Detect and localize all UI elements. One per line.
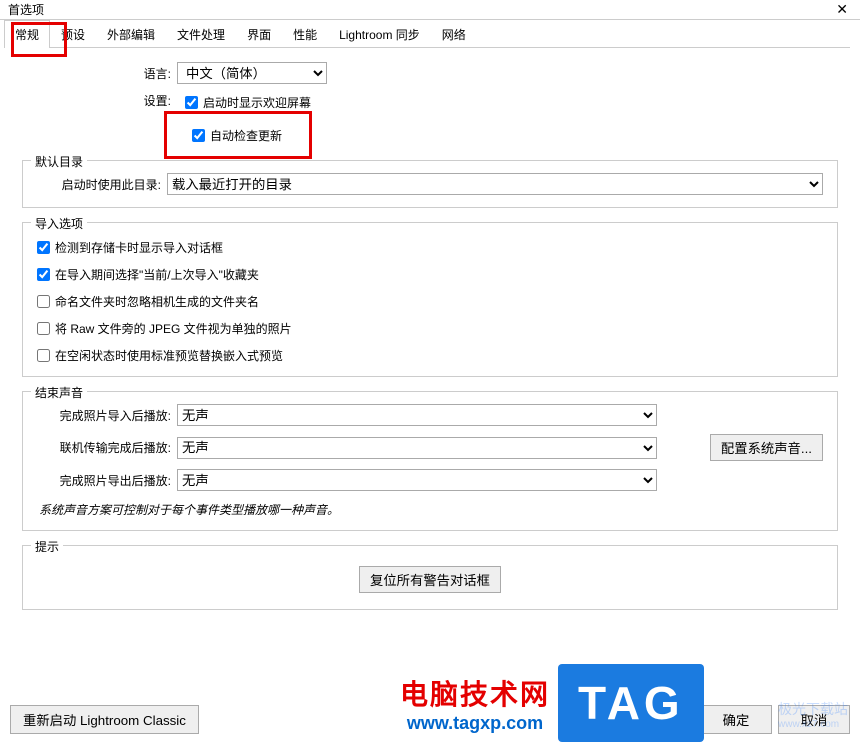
import-opt-0-checkbox[interactable]	[37, 241, 50, 254]
import-opt-4-label: 在空闲状态时使用标准预览替换嵌入式预览	[55, 347, 283, 364]
sound-import-select[interactable]: 无声	[177, 404, 657, 426]
sound-import-label: 完成照片导入后播放:	[37, 407, 177, 424]
close-icon[interactable]: ✕	[830, 1, 854, 18]
default-catalog-fieldset: 默认目录 启动时使用此目录: 载入最近打开的目录	[22, 160, 838, 208]
restart-lightroom-button[interactable]: 重新启动 Lightroom Classic	[10, 705, 199, 734]
tab-lightroom-sync[interactable]: Lightroom 同步	[328, 20, 431, 48]
sound-export-select[interactable]: 无声	[177, 469, 657, 491]
import-opt-4-checkbox[interactable]	[37, 349, 50, 362]
import-options-legend: 导入选项	[31, 215, 87, 232]
sound-tether-label: 联机传输完成后播放:	[37, 439, 177, 456]
language-label: 语言:	[22, 65, 177, 82]
prompts-legend: 提示	[31, 538, 63, 555]
window-title: 首选项	[8, 1, 830, 18]
tab-external-editing[interactable]: 外部编辑	[96, 20, 166, 48]
show-splash-label: 启动时显示欢迎屏幕	[203, 94, 311, 111]
tab-general[interactable]: 常规	[4, 20, 50, 48]
tab-interface[interactable]: 界面	[236, 20, 282, 48]
import-opt-1-checkbox[interactable]	[37, 268, 50, 281]
import-opt-2-label: 命名文件夹时忽略相机生成的文件夹名	[55, 293, 259, 310]
sound-export-label: 完成照片导出后播放:	[37, 472, 177, 489]
sound-tether-select[interactable]: 无声	[177, 437, 657, 459]
import-options-fieldset: 导入选项 检测到存储卡时显示导入对话框 在导入期间选择"当前/上次导入"收藏夹 …	[22, 222, 838, 377]
tab-performance[interactable]: 性能	[282, 20, 328, 48]
import-opt-0-label: 检测到存储卡时显示导入对话框	[55, 239, 223, 256]
ok-button[interactable]: 确定	[700, 705, 772, 734]
tab-presets[interactable]: 预设	[50, 20, 96, 48]
import-opt-1-label: 在导入期间选择"当前/上次导入"收藏夹	[55, 266, 259, 283]
import-opt-3-checkbox[interactable]	[37, 322, 50, 335]
configure-sounds-button[interactable]: 配置系统声音...	[710, 434, 823, 461]
import-opt-2-checkbox[interactable]	[37, 295, 50, 308]
sound-hint: 系统声音方案可控制对于每个事件类型播放哪一种声音。	[37, 499, 823, 518]
cancel-button[interactable]: 取消	[778, 705, 850, 734]
settings-label: 设置:	[22, 92, 177, 109]
tab-network[interactable]: 网络	[431, 20, 477, 48]
import-opt-3-label: 将 Raw 文件旁的 JPEG 文件视为单独的照片	[55, 320, 292, 337]
language-select[interactable]: 中文（简体）	[177, 62, 327, 84]
auto-update-label: 自动检查更新	[210, 127, 282, 144]
default-catalog-legend: 默认目录	[31, 153, 87, 170]
startup-catalog-select[interactable]: 载入最近打开的目录	[167, 173, 823, 195]
startup-catalog-label: 启动时使用此目录:	[37, 176, 167, 193]
tab-file-handling[interactable]: 文件处理	[166, 20, 236, 48]
completion-sounds-fieldset: 结束声音 完成照片导入后播放: 无声 联机传输完成后播放: 无声 配置系统声音.…	[22, 391, 838, 531]
auto-update-checkbox[interactable]	[192, 129, 205, 142]
tabs: 常规 预设 外部编辑 文件处理 界面 性能 Lightroom 同步 网络	[0, 20, 860, 48]
prompts-fieldset: 提示 复位所有警告对话框	[22, 545, 838, 610]
show-splash-checkbox[interactable]	[185, 96, 198, 109]
reset-warnings-button[interactable]: 复位所有警告对话框	[359, 566, 501, 593]
completion-sounds-legend: 结束声音	[31, 384, 87, 401]
